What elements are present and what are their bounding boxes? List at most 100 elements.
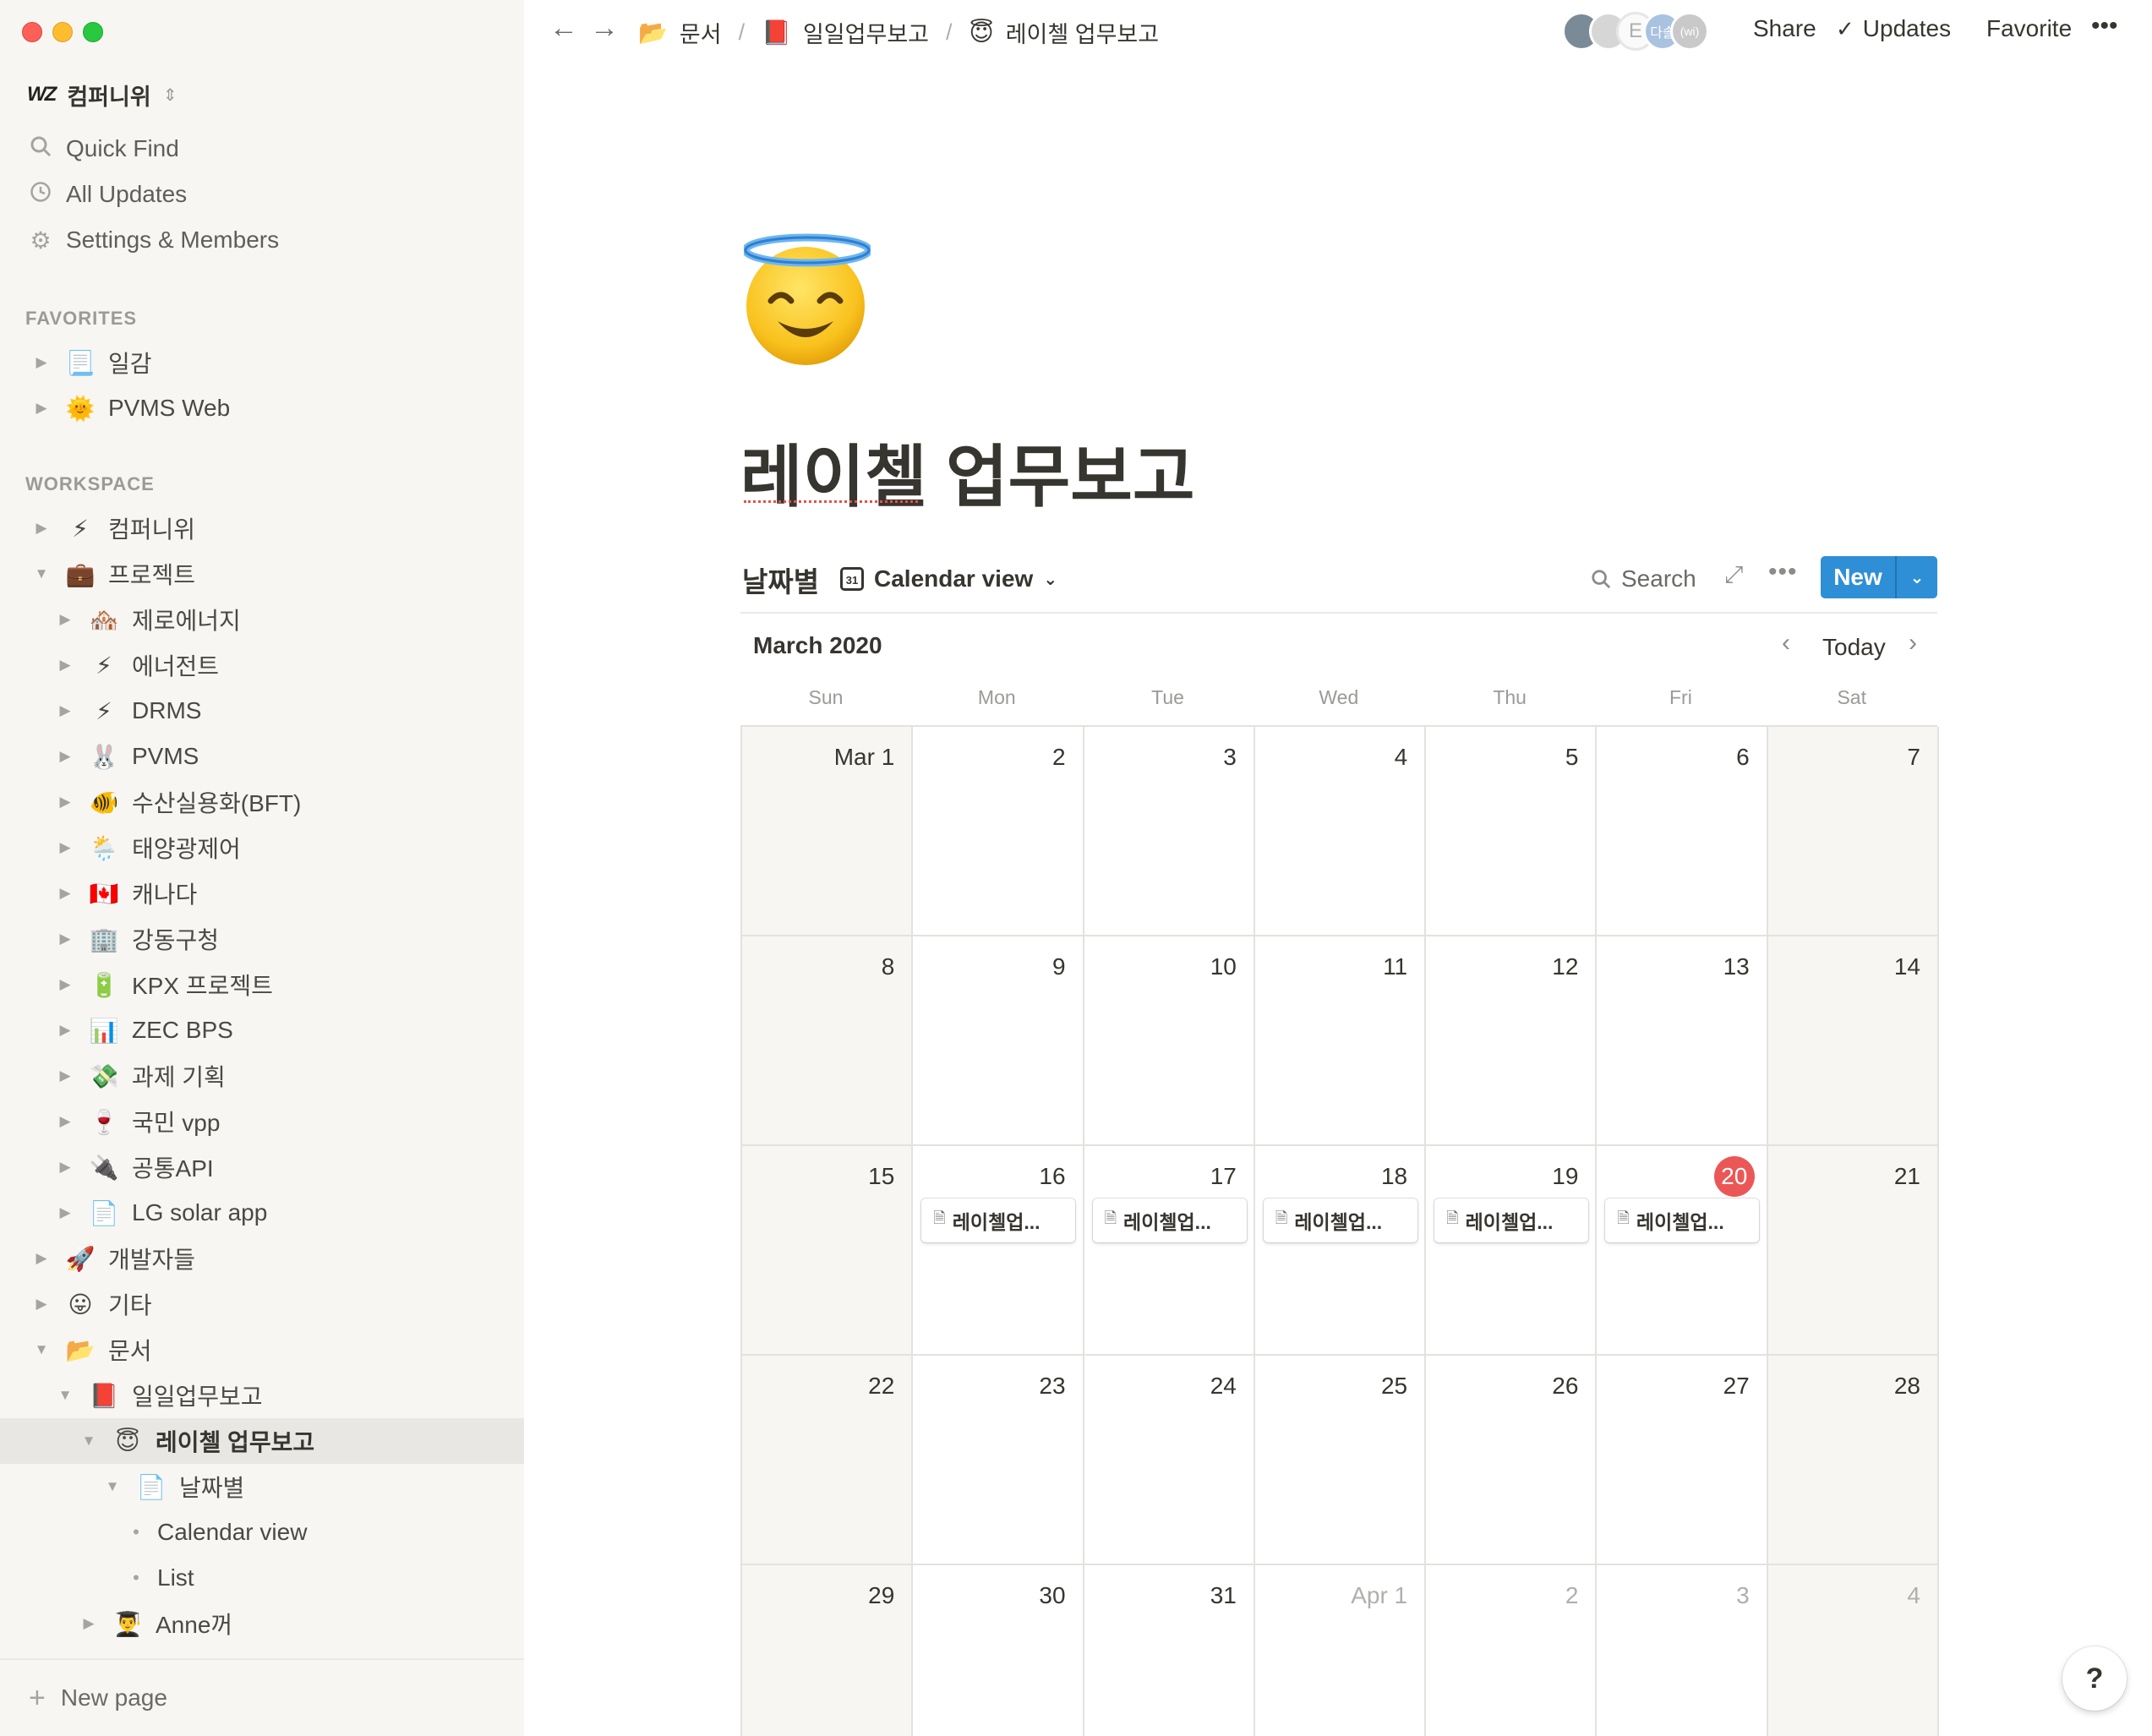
new-page-button[interactable]: + New page [0,1658,524,1736]
calendar-day-cell[interactable]: 15 [742,1146,914,1356]
calendar-day-cell[interactable]: Apr 1 [1255,1565,1427,1736]
calendar-day-cell[interactable]: 3 [1084,727,1255,936]
expand-arrow-icon[interactable]: ▶ [56,885,74,902]
view-selector[interactable]: 31 Calendar view ⌄ [840,561,1057,597]
workspace-switcher[interactable]: WZ 컴퍼니위 ⇕ [27,78,177,112]
calendar-day-cell[interactable]: 17 🗎 레이첼업... [1084,1146,1255,1356]
share-button[interactable]: Share [1753,15,1816,42]
sidebar-item-common-api[interactable]: ▶ 🔌 공통API [0,1144,524,1190]
calendar-day-cell[interactable]: 27 [1597,1356,1768,1565]
sidebar-item-developers[interactable]: ▶ 🚀 개발자들 [0,1236,524,1281]
calendar-day-cell[interactable]: 18 🗎 레이첼업... [1254,1146,1427,1356]
calendar-day-cell[interactable]: 24 [1084,1356,1255,1565]
expand-arrow-icon[interactable]: ▶ [56,657,74,674]
sidebar-item-kookmin-vpp[interactable]: ▶ 🍷 국민 vpp [0,1099,524,1144]
expand-arrow-icon[interactable]: ▶ [32,1250,51,1267]
calendar-event-card[interactable]: 🗎 레이첼업... [1605,1198,1760,1242]
expand-arrow-icon[interactable]: ▶ [56,1159,74,1176]
calendar-day-cell[interactable]: 22 [742,1356,914,1565]
calendar-day-cell[interactable]: 5 [1426,727,1598,936]
window-zoom-button[interactable] [83,22,103,42]
sidebar-item-companywe[interactable]: ▶ ⚡ 컴퍼니위 [0,505,524,551]
calendar-day-cell[interactable]: 30 [913,1565,1084,1736]
sidebar-item-bft[interactable]: ▶ 🐠 수산실용화(BFT) [0,779,524,825]
sidebar-item-rachel-report[interactable]: ▼ 😇 레이첼 업무보고 [0,1418,524,1464]
calendar-day-cell[interactable]: 25 [1254,1356,1427,1565]
sidebar-item-task-planning[interactable]: ▶ 💸 과제 기획 [0,1053,524,1099]
calendar-day-cell[interactable]: 2 [913,727,1084,936]
favorite-item-ilgam[interactable]: ▶ 📃 일감 [0,340,524,385]
expand-arrow-icon[interactable]: ▶ [56,1204,74,1221]
sidebar-item-energent[interactable]: ▶ ⚡ 에너전트 [0,642,524,688]
more-options-button[interactable]: ••• [2091,12,2118,41]
calendar-day-cell[interactable]: 14 [1767,936,1939,1146]
calendar-day-cell[interactable]: 10 [1084,936,1255,1146]
expand-arrow-icon[interactable]: ▶ [32,354,51,371]
calendar-day-cell[interactable]: 13 [1597,936,1768,1146]
today-button[interactable]: Today [1822,634,1886,661]
calendar-day-cell[interactable]: 2 [1426,1565,1598,1736]
sidebar-item-zec-bps[interactable]: ▶ 📊 ZEC BPS [0,1007,524,1053]
sidebar-item-documents[interactable]: ▼ 📂 문서 [0,1327,524,1373]
expand-arrow-icon[interactable]: ▶ [56,1113,74,1130]
window-minimize-button[interactable] [52,22,73,42]
window-close-button[interactable] [22,22,42,42]
calendar-event-card[interactable]: 🗎 레이첼업... [1092,1198,1247,1242]
calendar-day-cell[interactable]: 21 [1767,1146,1939,1356]
collapse-arrow-icon[interactable]: ▼ [32,1341,51,1358]
forward-arrow-icon[interactable]: → [590,12,619,45]
sidebar-item-kpx[interactable]: ▶ 🔋 KPX 프로젝트 [0,962,524,1007]
sidebar-item-list[interactable]: • List [0,1555,524,1601]
calendar-day-cell[interactable]: 31 [1084,1565,1255,1736]
expand-arrow-icon[interactable]: ▶ [56,839,74,856]
breadcrumb-item-rachel-report[interactable]: 레이첼 업무보고 [1006,16,1159,49]
database-search-button[interactable]: Search [1591,561,1696,597]
calendar-day-cell[interactable]: 9 [913,936,1084,1146]
collapse-arrow-icon[interactable]: ▼ [79,1433,98,1449]
calendar-day-cell[interactable]: 8 [742,936,914,1146]
favorite-item-pvms-web[interactable]: ▶ 🌞 PVMS Web [0,385,524,431]
collapse-arrow-icon[interactable]: ▼ [103,1478,122,1495]
all-updates-button[interactable]: All Updates [27,176,187,213]
sidebar-item-zero-energy[interactable]: ▶ 🏘️ 제로에너지 [0,597,524,642]
breadcrumb-item-daily-report[interactable]: 일일업무보고 [803,16,929,49]
expand-arrow-icon[interactable]: ▶ [32,400,51,417]
expand-arrow-icon[interactable]: ▶ [56,976,74,993]
quick-find-button[interactable]: Quick Find [27,130,179,167]
expand-arrow-icon[interactable]: ▶ [56,1022,74,1039]
expand-arrow-icon[interactable]: ▶ [56,702,74,719]
calendar-day-cell[interactable]: 29 [742,1565,914,1736]
expand-arrow-icon[interactable]: ▶ [32,1296,51,1313]
sidebar-item-by-date[interactable]: ▼ 📄 날짜별 [0,1464,524,1509]
back-arrow-icon[interactable]: ← [549,12,578,45]
sidebar-item-anne[interactable]: ▶ 👨‍🎓 Anne꺼 [0,1601,524,1646]
calendar-day-cell[interactable]: 19 🗎 레이첼업... [1426,1146,1598,1356]
calendar-event-card[interactable]: 🗎 레이첼업... [1263,1198,1417,1242]
calendar-day-cell[interactable]: 6 [1597,727,1768,936]
sidebar-item-calendar-view[interactable]: • Calendar view [0,1509,524,1555]
expand-arrow-icon[interactable]: ▶ [56,931,74,947]
favorite-button[interactable]: Favorite [1986,15,2072,42]
smiling-face-with-halo-icon[interactable] [741,230,873,365]
calendar-day-cell[interactable]: 26 [1426,1356,1598,1565]
calendar-day-cell[interactable]: 3 [1597,1565,1768,1736]
sidebar-item-gangdong[interactable]: ▶ 🏢 강동구청 [0,916,524,962]
calendar-day-cell[interactable]: 28 [1767,1356,1939,1565]
chevron-right-icon[interactable]: › [1909,629,1917,658]
avatar[interactable]: (wi) [1670,12,1709,51]
calendar-day-cell[interactable]: 12 [1426,936,1598,1146]
more-icon[interactable]: ••• [1768,558,1798,587]
calendar-day-cell[interactable]: Mar 1 [742,727,914,936]
sidebar-item-canada[interactable]: ▶ 🇨🇦 캐나다 [0,871,524,916]
new-button-label[interactable]: New [1821,556,1897,598]
expand-arrow-icon[interactable]: ▶ [32,520,51,537]
collapse-arrow-icon[interactable]: ▼ [56,1387,74,1404]
sidebar-item-projects[interactable]: ▼ 💼 프로젝트 [0,551,524,597]
sidebar-item-drms[interactable]: ▶ ⚡ DRMS [0,688,524,734]
sidebar-item-pvms[interactable]: ▶ 🐰 PVMS [0,734,524,779]
calendar-day-cell[interactable]: 20 🗎 레이첼업... [1597,1146,1768,1356]
sidebar-item-lg-solar-app[interactable]: ▶ 📄 LG solar app [0,1190,524,1236]
calendar-day-cell[interactable]: 16 🗎 레이첼업... [913,1146,1084,1356]
database-title[interactable]: 날짜별 [742,560,819,600]
chevron-left-icon[interactable]: ‹ [1782,629,1790,658]
